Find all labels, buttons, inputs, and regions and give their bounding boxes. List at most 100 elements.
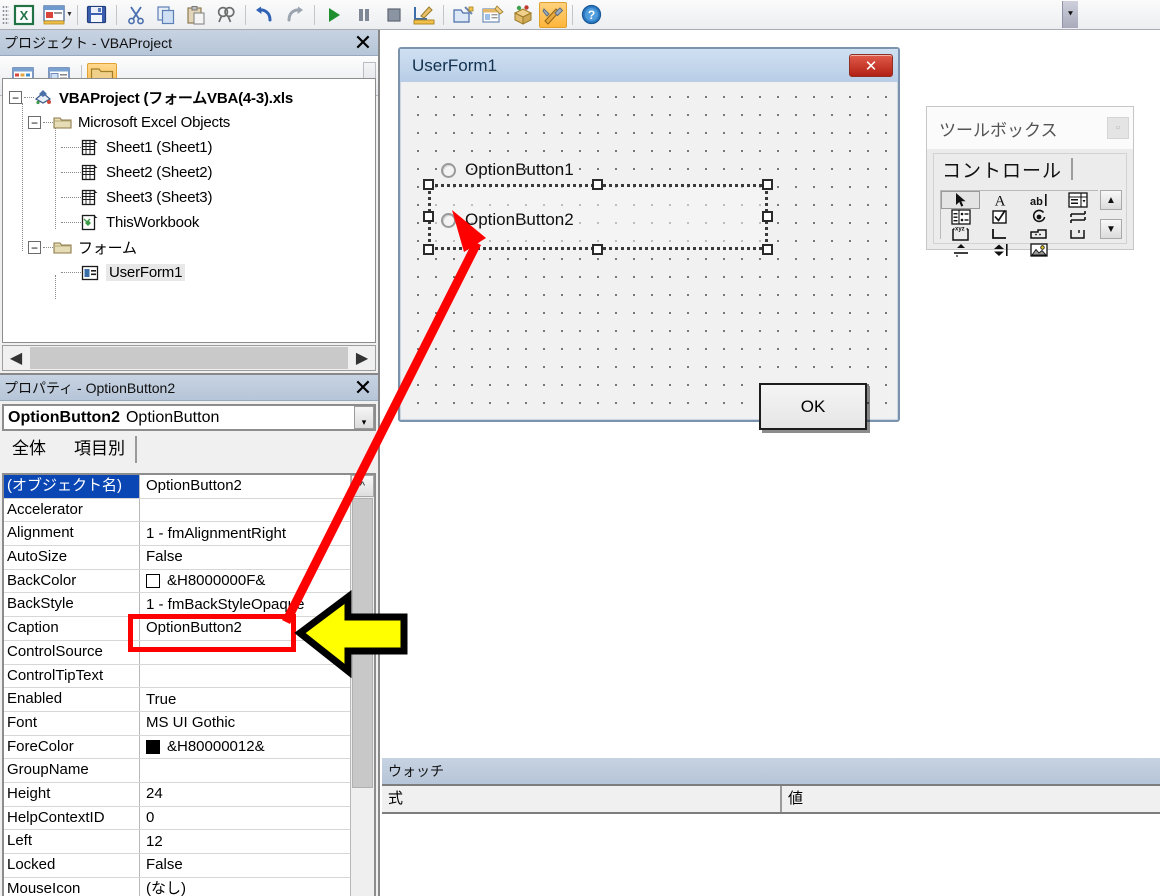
minimize-icon[interactable]: ▫ [1107, 117, 1129, 139]
scroll-down-icon[interactable]: ▼ [1100, 219, 1122, 239]
scrollbar-thumb[interactable] [352, 498, 373, 788]
checkbox-icon[interactable] [980, 209, 1019, 225]
toolbar-grip[interactable] [2, 4, 9, 25]
properties-grid[interactable]: (オブジェクト名) OptionButton2 Accelerator Alig… [2, 473, 376, 896]
redo-icon[interactable] [281, 2, 309, 28]
collapse-icon[interactable]: − [28, 241, 41, 254]
property-row-forecolor[interactable]: ForeColor &H80000012& [4, 735, 350, 760]
collapse-icon[interactable]: − [9, 91, 22, 104]
property-value[interactable]: OptionButton2 [140, 475, 350, 498]
tree-node-sheet2[interactable]: Sheet2 (Sheet2) [9, 160, 375, 185]
design-mode-icon[interactable] [410, 2, 438, 28]
property-row-left[interactable]: Left 12 [4, 830, 350, 854]
properties-vscrollbar[interactable]: ^ [350, 475, 374, 896]
property-value[interactable]: 0 [140, 807, 350, 830]
property-row-height[interactable]: Height 24 [4, 782, 350, 807]
property-row-backcolor[interactable]: BackColor &H8000000F& [4, 569, 350, 594]
tree-node-excel-objects[interactable]: − Microsoft Excel Objects [9, 110, 375, 135]
resize-handle-e[interactable] [762, 211, 773, 222]
radio-icon[interactable] [441, 212, 456, 228]
tab-controls[interactable]: コントロール [942, 156, 1062, 183]
userform-titlebar[interactable]: UserForm1 ✕ [400, 49, 898, 82]
tree-node-vbaproject[interactable]: − VBAProject (フォームVBA(4-3).xls [9, 85, 375, 110]
excel-icon[interactable]: X [10, 2, 38, 28]
combobox-icon[interactable] [1059, 191, 1098, 209]
tree-node-forms-folder[interactable]: − フォーム [9, 235, 375, 260]
resize-handle-sw[interactable] [423, 244, 434, 255]
property-row-groupname[interactable]: GroupName [4, 759, 350, 783]
scrollbar-icon[interactable] [941, 242, 980, 258]
toolbox-icon[interactable] [538, 1, 567, 28]
image-icon[interactable] [1020, 242, 1059, 258]
object-selector-combobox[interactable]: OptionButton2 OptionButton ▾ [2, 404, 376, 431]
watch-column-expression[interactable]: 式 [382, 786, 782, 812]
chevron-down-icon[interactable]: ▾ [354, 406, 374, 429]
property-row-accelerator[interactable]: Accelerator [4, 498, 350, 523]
save-icon[interactable] [83, 2, 111, 28]
tree-node-sheet3[interactable]: Sheet3 (Sheet3) [9, 185, 375, 210]
paste-icon[interactable] [182, 2, 210, 28]
scroll-right-icon[interactable]: ▶ [349, 346, 375, 370]
select-objects-icon[interactable] [941, 191, 981, 209]
multipage-icon[interactable] [1059, 225, 1098, 242]
stop-icon[interactable] [380, 2, 408, 28]
property-value[interactable]: 1 - fmAlignmentRight [140, 522, 350, 545]
property-value[interactable]: False [140, 546, 350, 569]
toolbox-control-grid[interactable]: A ab xyz [940, 190, 1098, 257]
properties-window-icon[interactable] [479, 2, 507, 28]
option-button-1[interactable]: OptionButton1 [441, 160, 574, 180]
listbox-icon[interactable] [941, 209, 980, 225]
property-row-mouseicon[interactable]: MouseIcon (なし) [4, 877, 350, 896]
commandbutton-icon[interactable] [980, 225, 1019, 242]
insert-userform-icon[interactable] [40, 2, 68, 28]
property-row-enabled[interactable]: Enabled True [4, 688, 350, 712]
property-row-controltiptext[interactable]: ControlTipText [4, 664, 350, 689]
resize-handle-se[interactable] [762, 244, 773, 255]
tree-node-thisworkbook[interactable]: ThisWorkbook [9, 210, 375, 235]
scroll-up-icon[interactable]: ▲ [1100, 190, 1122, 210]
close-icon[interactable]: ✕ [849, 54, 893, 77]
find-icon[interactable] [212, 2, 240, 28]
run-icon[interactable] [320, 2, 348, 28]
scroll-left-icon[interactable]: ◀ [3, 346, 29, 370]
property-value[interactable] [140, 499, 350, 522]
property-row-autosize[interactable]: AutoSize False [4, 546, 350, 570]
toolbox-vscrollbar[interactable]: ▲ ▼ [1100, 190, 1122, 239]
togglebutton-icon[interactable] [1059, 209, 1098, 225]
radio-icon[interactable] [441, 162, 456, 178]
resize-handle-s[interactable] [592, 244, 603, 255]
project-tree[interactable]: − VBAProject (フォームVBA(4-3).xls − Microso… [2, 78, 376, 343]
option-button-2[interactable]: OptionButton2 [441, 210, 574, 230]
userform-designer-window[interactable]: UserForm1 ✕ OptionButton1 OptionButton2 [398, 47, 900, 430]
label-icon[interactable]: A [980, 191, 1019, 209]
scroll-up-icon[interactable]: ^ [351, 475, 374, 497]
cut-icon[interactable] [122, 2, 150, 28]
property-value[interactable]: &H8000000F& [140, 570, 350, 593]
object-browser-icon[interactable] [509, 2, 537, 28]
property-row-alignment[interactable]: Alignment 1 - fmAlignmentRight [4, 522, 350, 547]
pause-icon[interactable] [350, 2, 378, 28]
copy-icon[interactable] [152, 2, 180, 28]
watch-rows[interactable] [382, 816, 1160, 896]
property-value[interactable]: MS UI Gothic [140, 712, 350, 735]
ok-button[interactable]: OK [759, 383, 867, 430]
frame-icon[interactable]: xyz [941, 225, 980, 242]
tab-alphabetic[interactable]: 全体 [2, 436, 62, 463]
property-value[interactable]: &H80000012& [140, 736, 350, 759]
tree-node-userform1[interactable]: UserForm1 [9, 260, 375, 285]
resize-handle-n[interactable] [592, 179, 603, 190]
spinbutton-icon[interactable] [980, 242, 1019, 258]
property-value[interactable] [140, 759, 350, 782]
property-value[interactable]: 24 [140, 783, 350, 806]
tabstrip-icon[interactable] [1020, 225, 1059, 242]
project-explorer-icon[interactable] [449, 2, 477, 28]
resize-handle-w[interactable] [423, 211, 434, 222]
property-row-helpcontextid[interactable]: HelpContextID 0 [4, 806, 350, 831]
tab-categorized[interactable]: 項目別 [64, 436, 137, 463]
property-value[interactable]: True [140, 688, 350, 711]
textbox-icon[interactable]: ab [1020, 191, 1059, 209]
property-row-font[interactable]: Font MS UI Gothic [4, 711, 350, 736]
property-value[interactable] [140, 665, 350, 688]
project-tree-hscrollbar[interactable]: ◀ ▶ [2, 345, 376, 371]
undo-icon[interactable] [251, 2, 279, 28]
